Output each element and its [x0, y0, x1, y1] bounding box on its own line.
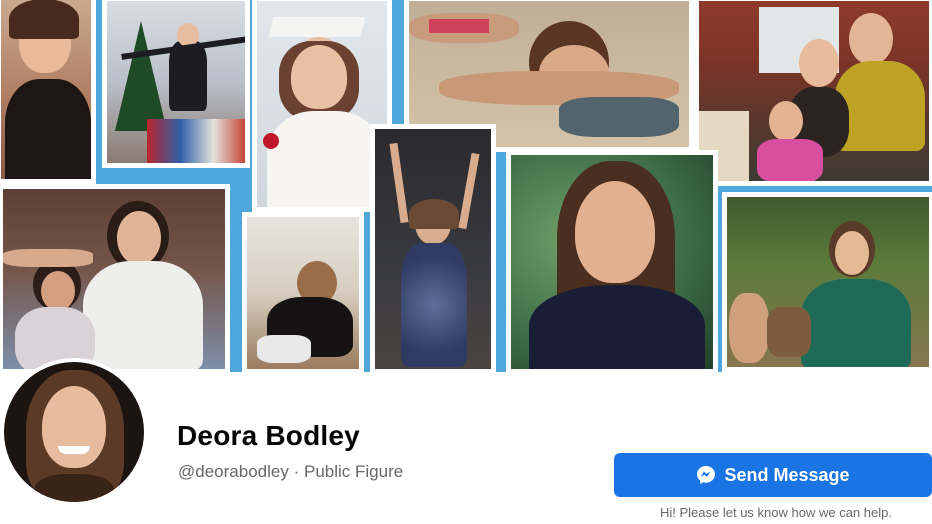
profile-category[interactable]: Public Figure — [304, 462, 403, 481]
collage-photo-couch — [0, 184, 230, 372]
subtitle-separator: · — [293, 462, 300, 481]
profile-handle[interactable]: @deorabodley — [178, 462, 289, 481]
collage-photo-outdoor — [722, 192, 932, 372]
profile-header: Deora Bodley @deorabodley · Public Figur… — [0, 358, 932, 524]
collage-photo-sisters — [694, 0, 932, 186]
send-message-label: Send Message — [724, 464, 850, 485]
messenger-icon — [696, 465, 716, 485]
profile-picture[interactable] — [0, 358, 148, 506]
collage-photo-smiling-portrait — [0, 0, 96, 184]
helper-text: Hi! Please let us know how we can help. — [660, 505, 892, 520]
collage-photo-blue-dress — [370, 124, 496, 372]
profile-subtitle: @deorabodley · Public Figure — [178, 462, 403, 482]
collage-photo-floor — [242, 212, 364, 372]
cover-photo[interactable] — [0, 0, 932, 372]
collage-photo-christmas — [102, 0, 250, 168]
collage-photo-studio-portrait — [506, 150, 718, 372]
send-message-button[interactable]: Send Message — [614, 453, 932, 497]
avatar — [4, 362, 144, 502]
page-title: Deora Bodley — [177, 420, 360, 451]
